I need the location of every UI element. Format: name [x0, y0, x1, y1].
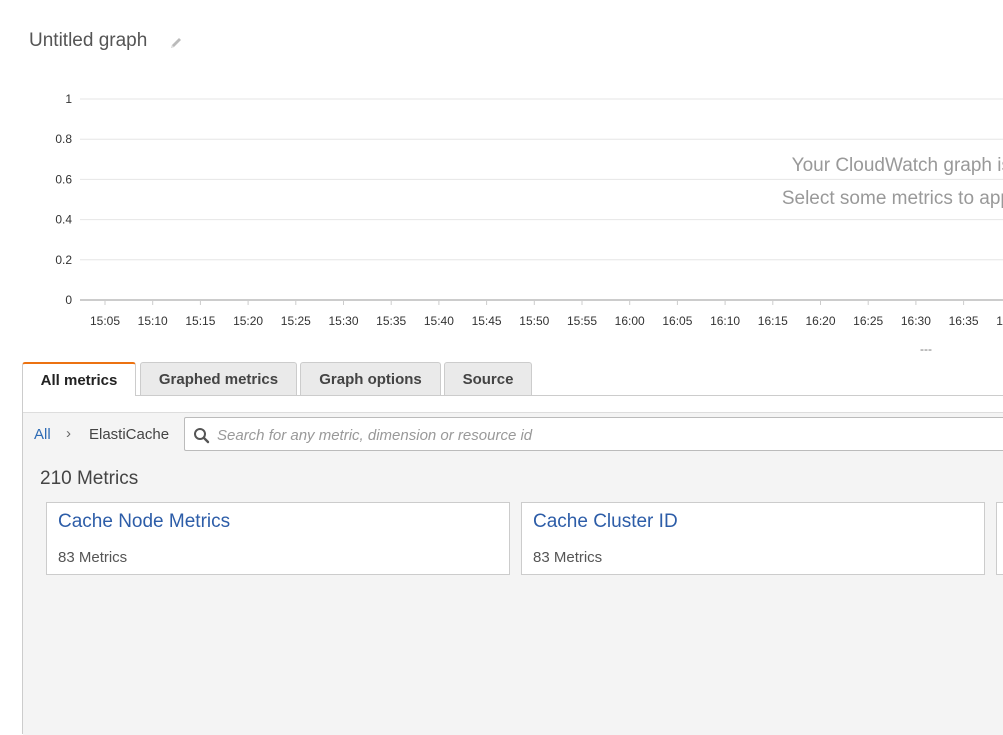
- pencil-icon[interactable]: [168, 35, 184, 51]
- card-title[interactable]: Cache Node Metrics: [58, 511, 230, 533]
- metrics-graph: 0 0.2 0.4 0.6 0.8 1 15:05 15:10 15:15 15:20 15:25 1…: [55, 92, 1003, 328]
- empty-graph-message: Your CloudWatch graph is: [791, 155, 1003, 176]
- x-tick-label: 15:10: [138, 314, 168, 328]
- y-tick-label: 0: [65, 293, 72, 307]
- card-metric-count: 83 Metrics: [533, 549, 603, 566]
- tab-source[interactable]: Source: [444, 362, 532, 395]
- x-tick-label: 16:05: [662, 314, 692, 328]
- x-tick-label: 16:40: [996, 314, 1003, 328]
- x-tick-label: 16:30: [901, 314, 931, 328]
- y-tick-label: 0.2: [55, 253, 72, 267]
- x-tick-label: 15:25: [281, 314, 311, 328]
- x-tick-label: 15:45: [472, 314, 502, 328]
- y-tick-label: 0.4: [55, 213, 72, 227]
- x-tick-label: 15:15: [185, 314, 215, 328]
- x-tick-label: 15:40: [424, 314, 454, 328]
- x-tick-label: 15:55: [567, 314, 597, 328]
- panel-border: [22, 395, 23, 734]
- breadcrumb-namespace: ElastiCache: [89, 426, 170, 443]
- metric-card-partial[interactable]: [996, 502, 1003, 575]
- y-tick-label: 0.6: [55, 172, 72, 186]
- breadcrumb-all-link[interactable]: All: [34, 426, 51, 443]
- x-tick-label: 15:05: [90, 314, 120, 328]
- legend-placeholder: ---: [920, 342, 932, 356]
- y-tick-label: 1: [65, 92, 72, 106]
- search-input[interactable]: [215, 422, 999, 448]
- tab-graphed-metrics[interactable]: Graphed metrics: [140, 362, 297, 395]
- x-tick-label: 16:10: [710, 314, 740, 328]
- x-tick-label: 16:15: [758, 314, 788, 328]
- metrics-count: 210 Metrics: [40, 468, 139, 489]
- tab-all-metrics[interactable]: All metrics: [22, 362, 136, 396]
- x-tick-label: 15:20: [233, 314, 263, 328]
- tab-graph-options[interactable]: Graph options: [300, 362, 441, 395]
- x-tick-label: 15:30: [328, 314, 358, 328]
- breadcrumb-chevron-icon: ›: [66, 425, 71, 442]
- empty-graph-hint: Select some metrics to app: [781, 188, 1003, 209]
- x-tick-label: 16:20: [805, 314, 835, 328]
- card-title[interactable]: Cache Cluster ID: [533, 511, 678, 533]
- search-icon: [194, 428, 210, 444]
- x-tick-label: 15:50: [519, 314, 549, 328]
- tab-bar-divider: [22, 395, 1003, 396]
- card-metric-count: 83 Metrics: [58, 549, 128, 566]
- x-tick-label: 15:35: [376, 314, 406, 328]
- y-tick-label: 0.8: [55, 132, 72, 146]
- x-tick-label: 16:00: [615, 314, 645, 328]
- x-tick-label: 16:25: [853, 314, 883, 328]
- graph-title: Untitled graph: [29, 30, 148, 51]
- x-tick-label: 16:35: [949, 314, 979, 328]
- metric-search-box[interactable]: [184, 417, 1003, 451]
- metric-card-cache-cluster[interactable]: Cache Cluster ID 83 Metrics: [521, 502, 985, 575]
- metric-card-cache-node[interactable]: Cache Node Metrics 83 Metrics: [46, 502, 510, 575]
